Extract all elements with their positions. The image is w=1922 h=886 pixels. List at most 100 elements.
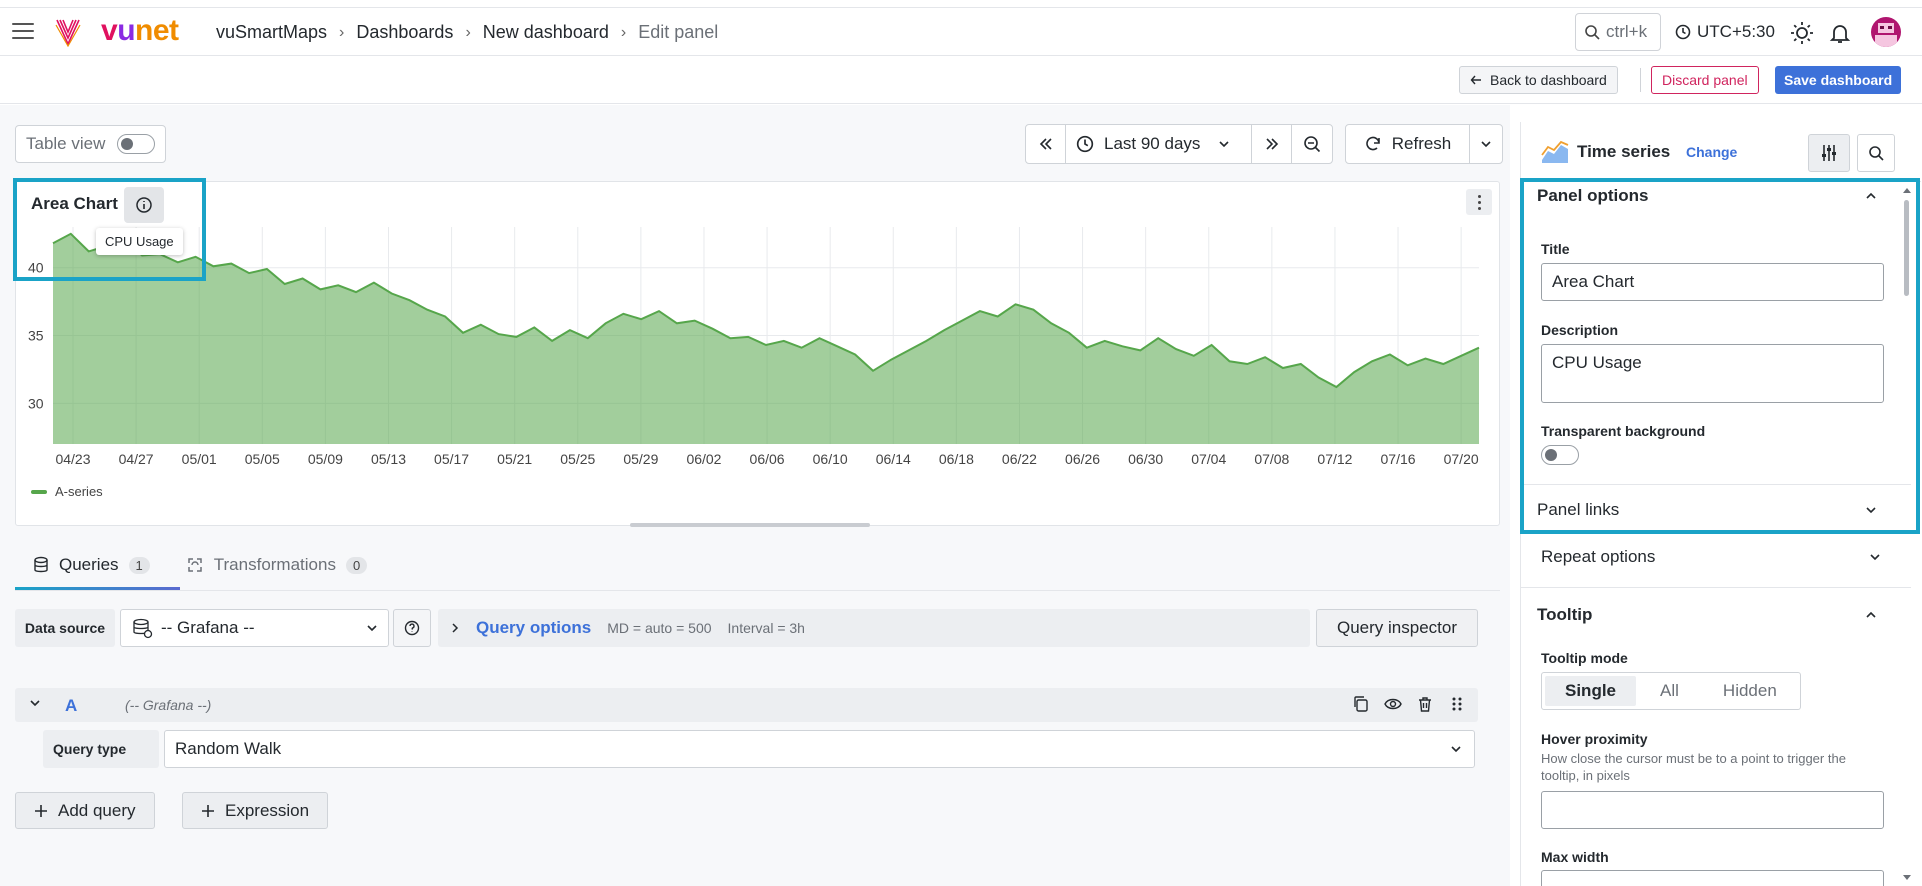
query-options-label: Query options	[476, 618, 592, 637]
x-tick-label: 05/13	[371, 451, 406, 467]
timezone-display[interactable]: UTC+5:30	[1675, 22, 1775, 42]
panel-options-section-header[interactable]: Panel options	[1537, 182, 1877, 210]
transform-icon	[188, 558, 202, 572]
breadcrumb-new-dashboard[interactable]: New dashboard	[483, 22, 609, 43]
chevron-up-icon	[1866, 611, 1876, 618]
chevron-up-icon	[1866, 192, 1876, 199]
datasource-select[interactable]: -- Grafana --	[120, 609, 389, 647]
scroll-up-icon[interactable]	[1902, 186, 1912, 194]
search-button[interactable]: ctrl+k	[1575, 13, 1661, 51]
x-tick-label: 06/14	[876, 451, 911, 467]
eye-icon[interactable]	[1384, 695, 1402, 713]
breadcrumb-separator: ›	[339, 23, 345, 41]
chevron-down-icon[interactable]	[29, 697, 41, 709]
add-query-label: Add query	[58, 800, 136, 820]
add-query-button[interactable]: Add query	[15, 792, 155, 829]
datasource-row: Data source -- Grafana -- Query options …	[15, 609, 1500, 647]
query-row-a-header[interactable]: A (-- Grafana --)	[15, 688, 1478, 722]
query-tabs: Queries 1 Transformations 0	[15, 545, 385, 585]
x-tick-label: 07/16	[1381, 451, 1416, 467]
x-tick-label: 05/21	[497, 451, 532, 467]
arrow-left-icon	[1470, 75, 1481, 85]
tooltip-section-header[interactable]: Tooltip	[1537, 601, 1877, 629]
trash-icon[interactable]	[1416, 695, 1434, 713]
x-tick-label: 05/05	[245, 451, 280, 467]
x-tick-label: 07/08	[1254, 451, 1289, 467]
x-tick-label: 05/29	[623, 451, 658, 467]
change-visualization-link[interactable]: Change	[1686, 144, 1737, 160]
back-to-dashboard-button[interactable]: Back to dashboard	[1459, 66, 1618, 94]
chevrons-left-icon	[1039, 138, 1052, 150]
breadcrumb-current: Edit panel	[638, 22, 719, 42]
datasource-label: Data source	[15, 609, 115, 647]
refresh-interval-dropdown[interactable]	[1470, 125, 1502, 163]
tooltip-mode-single[interactable]: Single	[1545, 676, 1637, 706]
options-settings-button[interactable]	[1808, 134, 1850, 172]
options-scrollbar[interactable]	[1904, 200, 1909, 296]
x-tick-label: 06/06	[750, 451, 785, 467]
user-avatar[interactable]	[1871, 17, 1901, 47]
breadcrumb-vusmartmaps[interactable]: vuSmartMaps	[216, 22, 327, 43]
query-options-toggle[interactable]: Query options MD = auto = 500 Interval =…	[438, 609, 1310, 647]
chart-legend[interactable]: A-series	[31, 484, 103, 499]
hover-proximity-help: How close the cursor must be to a point …	[1541, 751, 1846, 783]
refresh-button[interactable]: Refresh	[1346, 125, 1470, 163]
panel-info-button[interactable]	[124, 187, 164, 223]
info-icon	[136, 197, 152, 213]
tooltip-mode-hidden[interactable]: Hidden	[1703, 676, 1797, 706]
brand-logo-icon	[55, 19, 81, 47]
max-width-input[interactable]	[1541, 870, 1884, 886]
tab-queries[interactable]: Queries 1	[15, 545, 168, 585]
query-type-select[interactable]: Random Walk	[164, 730, 1475, 768]
panel-menu-icon[interactable]	[1466, 189, 1492, 215]
tooltip-mode-all[interactable]: All	[1640, 676, 1699, 706]
save-dashboard-button[interactable]: Save dashboard	[1775, 66, 1902, 94]
panel-links-section-header[interactable]: Panel links	[1537, 496, 1877, 524]
hover-proximity-input[interactable]	[1541, 791, 1884, 829]
title-input[interactable]: Area Chart	[1541, 263, 1884, 301]
top-nav-bar: vunet vuSmartMaps › Dashboards › New das…	[0, 7, 1922, 56]
max-datapoints-info: MD = auto = 500	[607, 620, 712, 636]
panel-title: Area Chart	[31, 194, 118, 213]
scroll-down-icon[interactable]	[1902, 874, 1912, 882]
time-forward-button[interactable]	[1252, 125, 1292, 163]
discard-panel-button[interactable]: Discard panel	[1651, 66, 1759, 94]
add-expression-button[interactable]: Expression	[182, 792, 329, 829]
copy-icon[interactable]	[1352, 695, 1370, 713]
x-tick-label: 07/04	[1191, 451, 1226, 467]
zoom-out-button[interactable]	[1292, 125, 1332, 163]
breadcrumb-dashboards[interactable]: Dashboards	[356, 22, 453, 43]
horizontal-scrollbar[interactable]	[630, 523, 870, 527]
legend-swatch	[31, 489, 47, 494]
transparent-bg-switch[interactable]	[1541, 445, 1579, 465]
options-pane: Time series Change Panel options Title A…	[1520, 122, 1921, 886]
tab-queries-label: Queries	[59, 555, 119, 574]
query-row-actions	[1352, 695, 1466, 713]
time-range-picker[interactable]: Last 90 days	[1066, 125, 1252, 163]
search-icon	[1869, 146, 1884, 161]
sun-icon[interactable]	[1790, 21, 1814, 45]
time-picker-group: Last 90 days	[1025, 124, 1333, 164]
table-view-toggle[interactable]: Table view	[15, 125, 166, 163]
zoom-out-icon	[1304, 136, 1321, 153]
search-shortcut: ctrl+k	[1606, 22, 1648, 41]
datasource-help-button[interactable]	[393, 609, 431, 647]
x-tick-label: 05/17	[434, 451, 469, 467]
repeat-options-section-header[interactable]: Repeat options	[1541, 543, 1881, 571]
description-textarea[interactable]: CPU Usage	[1541, 344, 1884, 403]
options-search-button[interactable]	[1857, 134, 1895, 172]
bell-icon[interactable]	[1828, 21, 1852, 45]
table-view-switch[interactable]	[117, 134, 156, 154]
time-back-button[interactable]	[1026, 125, 1066, 163]
tab-transformations[interactable]: Transformations 0	[168, 545, 385, 585]
query-inspector-button[interactable]: Query inspector	[1316, 609, 1478, 647]
refresh-icon	[1365, 136, 1380, 151]
time-range-label: Last 90 days	[1104, 134, 1201, 153]
tooltip-mode-label: Tooltip mode	[1541, 650, 1628, 666]
menu-icon[interactable]	[12, 23, 34, 41]
chevrons-right-icon	[1265, 138, 1278, 150]
drag-handle-icon[interactable]	[1448, 695, 1466, 713]
chevron-down-icon	[1219, 141, 1229, 148]
search-icon	[1585, 25, 1600, 40]
query-ref-id[interactable]: A	[65, 696, 77, 716]
